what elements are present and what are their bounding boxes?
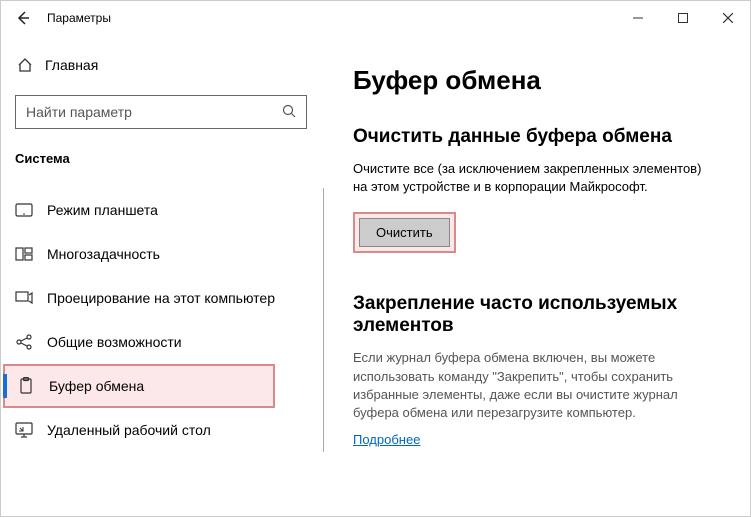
sidebar-item-clipboard[interactable]: Буфер обмена <box>3 364 275 408</box>
nav-list: Режим планшета Многозадачность Проециров… <box>1 188 324 452</box>
sidebar-item-label: Многозадачность <box>47 246 160 262</box>
project-icon <box>15 289 33 307</box>
close-button[interactable] <box>705 3 750 33</box>
sidebar-item-label: Проецирование на этот компьютер <box>47 290 275 306</box>
sidebar-item-tablet-mode[interactable]: Режим планшета <box>1 188 323 232</box>
home-nav[interactable]: Главная <box>15 47 319 83</box>
section-label: Система <box>15 151 319 166</box>
sidebar-item-label: Удаленный рабочий стол <box>47 422 211 438</box>
sidebar-item-label: Режим планшета <box>47 202 158 218</box>
home-icon <box>17 58 33 72</box>
window-title: Параметры <box>47 11 111 25</box>
maximize-button[interactable] <box>660 3 705 33</box>
clear-button[interactable]: Очистить <box>359 218 450 247</box>
multitasking-icon <box>15 245 33 263</box>
sidebar-item-label: Буфер обмена <box>49 378 144 394</box>
tablet-icon <box>15 201 33 219</box>
home-label: Главная <box>45 57 98 73</box>
main-area: Главная Найти параметр Система Режим пла… <box>1 35 750 518</box>
window-controls <box>615 3 750 33</box>
content-panel: Буфер обмена Очистить данные буфера обме… <box>319 35 750 518</box>
sidebar-item-label: Общие возможности <box>47 334 182 350</box>
sidebar-item-multitasking[interactable]: Многозадачность <box>1 232 323 276</box>
search-icon <box>282 104 296 121</box>
search-input[interactable]: Найти параметр <box>15 95 307 129</box>
sidebar-item-shared-experiences[interactable]: Общие возможности <box>1 320 323 364</box>
clipboard-icon <box>17 377 35 395</box>
search-placeholder: Найти параметр <box>26 104 132 120</box>
share-icon <box>15 333 33 351</box>
back-button[interactable] <box>7 2 39 34</box>
clear-description: Очистите все (за исключением закрепленны… <box>353 160 713 196</box>
clear-heading: Очистить данные буфера обмена <box>353 126 738 148</box>
sidebar: Главная Найти параметр Система Режим пла… <box>1 35 319 518</box>
sidebar-item-projecting[interactable]: Проецирование на этот компьютер <box>1 276 323 320</box>
page-title: Буфер обмена <box>353 65 738 96</box>
learn-more-link[interactable]: Подробнее <box>353 432 420 447</box>
pin-heading: Закрепление часто используемых элементов <box>353 293 738 337</box>
minimize-button[interactable] <box>615 3 660 33</box>
clear-button-highlight: Очистить <box>353 212 456 253</box>
titlebar: Параметры <box>1 1 750 35</box>
remote-desktop-icon <box>15 421 33 439</box>
pin-description: Если журнал буфера обмена включен, вы мо… <box>353 349 713 422</box>
sidebar-item-remote-desktop[interactable]: Удаленный рабочий стол <box>1 408 323 452</box>
